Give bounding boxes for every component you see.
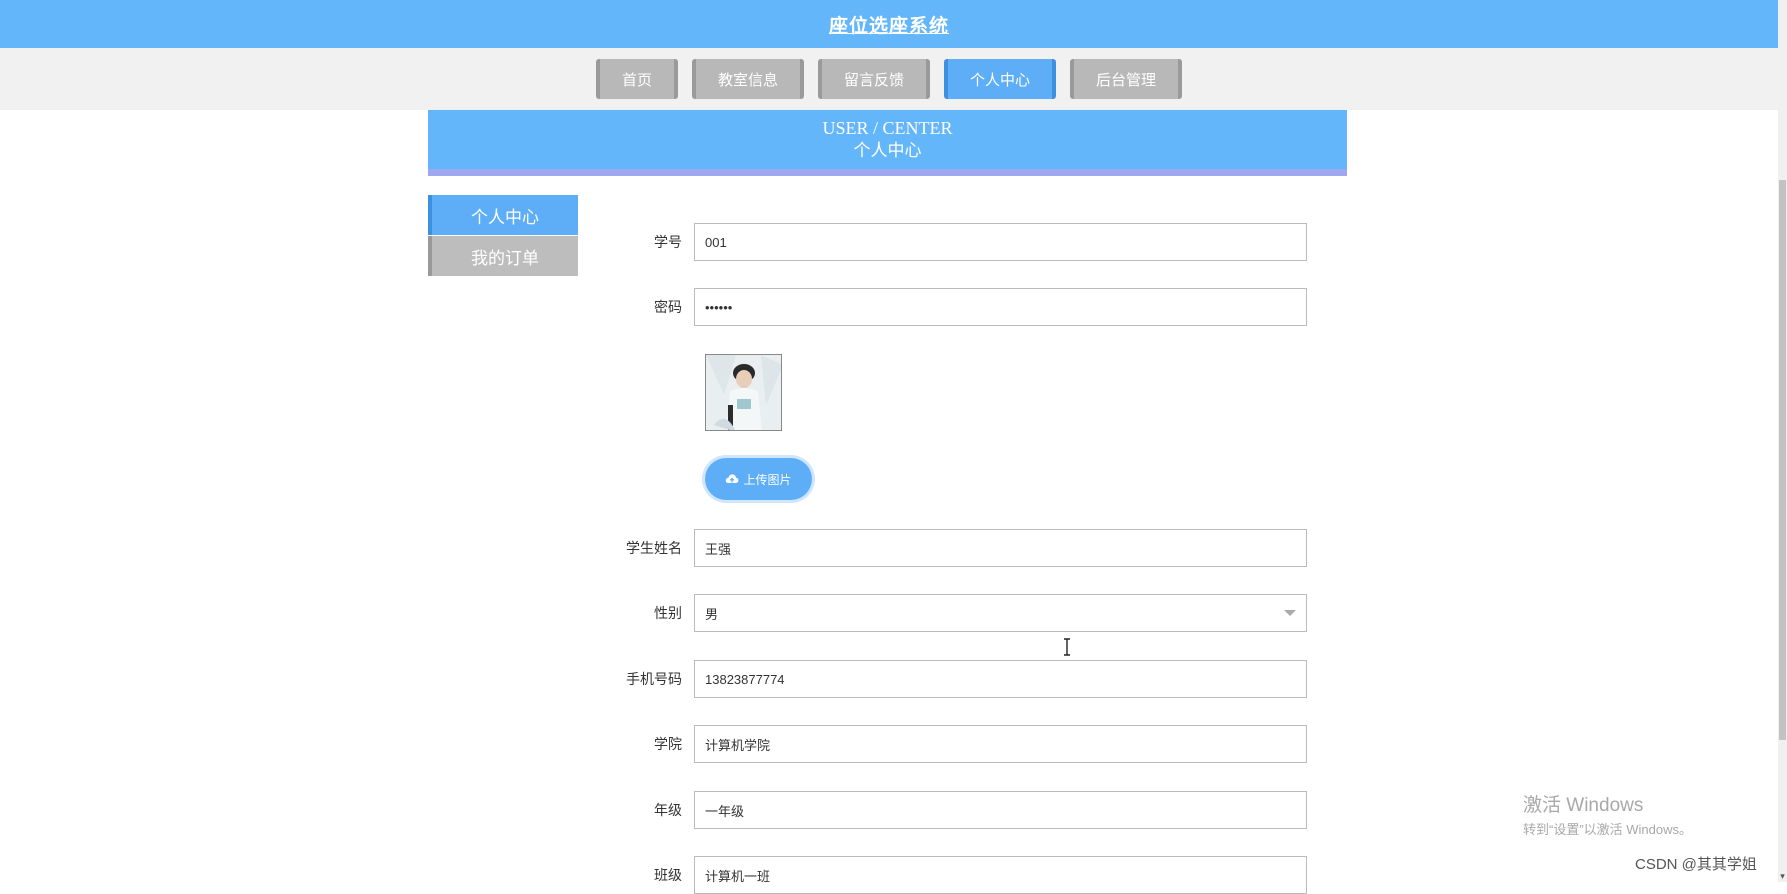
side-item-user-center[interactable]: 个人中心 [428,195,578,235]
cloud-upload-icon [726,474,739,483]
student-name-label: 学生姓名 [626,540,682,556]
upload-button-label: 上传图片 [743,472,792,487]
banner-title-en: USER / CENTER [822,117,953,138]
gender-select[interactable]: 男 [694,594,1307,632]
phone-input[interactable] [694,660,1307,698]
student-id-input[interactable] [694,223,1307,261]
watermark-line-2: 转到“设置”以激活 Windows。 [1523,822,1693,837]
avatar-image [705,354,782,431]
form-row-college: 学院 [600,725,1307,763]
banner-title-cn: 个人中心 [853,140,922,160]
college-input[interactable] [694,725,1307,763]
form-row-class: 班级 [600,856,1307,894]
student-name-input[interactable] [694,529,1307,567]
class-label: 班级 [654,867,682,883]
nav-feedback[interactable]: 留言反馈 [817,59,930,99]
top-header: 座位选座系统 [0,0,1778,48]
form-row-student-name: 学生姓名 [600,529,1307,567]
password-input[interactable] [694,288,1307,326]
nav-admin[interactable]: 后台管理 [1070,59,1183,99]
side-item-my-orders[interactable]: 我的订单 [428,236,578,276]
main-nav: 首页 教室信息 留言反馈 个人中心 后台管理 [0,48,1778,110]
grade-input[interactable] [694,791,1307,829]
page-banner: USER / CENTER 个人中心 [428,110,1347,176]
form-row-student-id: 学号 [600,223,1307,261]
scroll-down-arrow-icon[interactable]: ▾ [1778,870,1787,882]
college-label: 学院 [654,736,682,752]
class-input[interactable] [694,856,1307,894]
side-menu: 个人中心 我的订单 [428,195,578,277]
upload-image-button[interactable]: 上传图片 [705,458,812,500]
scrollbar-thumb[interactable] [1779,180,1786,740]
grade-label: 年级 [654,802,682,818]
csdn-credit: CSDN @其其学姐 [1635,856,1757,873]
site-title[interactable]: 座位选座系统 [829,11,949,38]
form-row-grade: 年级 [600,791,1307,829]
nav-classroom-info[interactable]: 教室信息 [691,59,804,99]
watermark-line-1: 激活 Windows [1523,795,1644,816]
gender-selected-value: 男 [705,606,719,622]
student-id-label: 学号 [654,234,682,250]
form-row-password: 密码 [600,288,1307,326]
windows-activation-watermark: 激活 Windows 转到“设置”以激活 Windows。 [1523,790,1692,838]
nav-home[interactable]: 首页 [595,59,678,99]
password-label: 密码 [654,299,682,315]
avatar-photo-icon [706,355,781,430]
form-row-phone: 手机号码 [600,660,1307,698]
gender-label: 性别 [654,605,682,621]
chevron-down-icon [1284,610,1296,616]
form-row-gender: 性别 男 [600,594,1307,632]
phone-label: 手机号码 [626,671,682,687]
text-cursor-icon [1064,638,1070,656]
nav-user-center[interactable]: 个人中心 [944,59,1057,99]
vertical-scrollbar[interactable] [1778,0,1787,882]
